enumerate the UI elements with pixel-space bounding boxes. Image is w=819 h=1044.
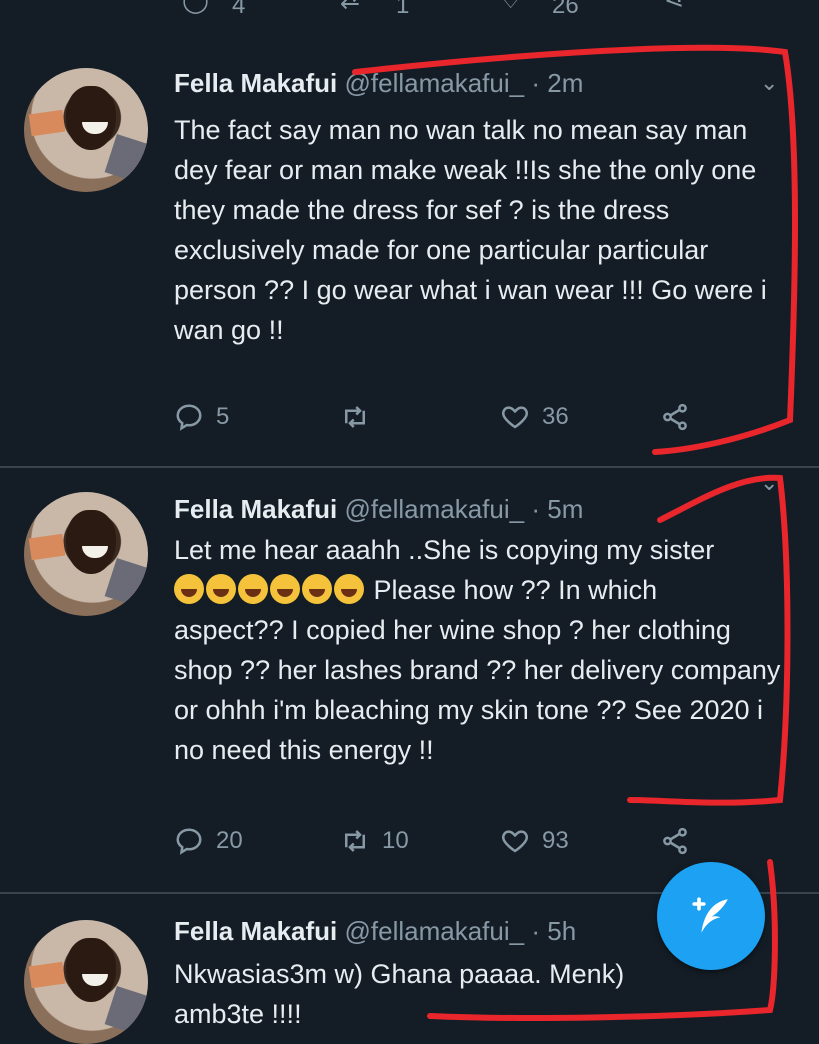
tweet-header: Fella Makafui @fellamakafui_ · 5h [174, 916, 576, 947]
like-count: 26 [552, 0, 579, 19]
author-name[interactable]: Fella Makafui [174, 68, 337, 98]
retweet-icon [345, 830, 365, 852]
reply-icon [176, 404, 202, 431]
laughing-emoji-icon [334, 574, 364, 604]
tweet-text-line2: Please how ?? In which [366, 575, 658, 605]
reply-count: 20 [216, 827, 243, 854]
tweet-text: Let me hear aaahh ..She is copying my si… [174, 530, 784, 770]
retweet-button[interactable]: 10 [340, 826, 409, 856]
tweet-text-line1: Let me hear aaahh ..She is copying my si… [174, 535, 715, 565]
retweet-count: 1 [396, 0, 410, 19]
heart-icon [502, 406, 528, 429]
like-button[interactable]: 36 [500, 402, 569, 432]
laughing-emoji-icon [238, 574, 268, 604]
separator-dot: · [531, 68, 541, 98]
tweet-time[interactable]: 5m [547, 494, 583, 524]
reply-icon [176, 828, 202, 855]
reply-count: 4 [232, 0, 246, 19]
reply-count: 5 [216, 403, 230, 430]
tweet-header: Fella Makafui @fellamakafui_ · 2m [174, 68, 583, 99]
laughing-emoji-icon [270, 574, 300, 604]
tweet-time[interactable]: 2m [547, 68, 583, 98]
divider [0, 466, 819, 468]
author-name[interactable]: Fella Makafui [174, 916, 337, 946]
share-button[interactable] [660, 402, 702, 432]
retweet-icon [345, 406, 365, 428]
author-handle[interactable]: @fellamakafui_ [345, 68, 525, 98]
like-count: 93 [542, 827, 569, 854]
retweet-button[interactable] [340, 402, 382, 432]
previous-tweet-actions: ◯ 4 ⇄ 1 ♡ 26 ⋖ [0, 0, 819, 22]
like-button[interactable]: 93 [500, 826, 569, 856]
chevron-down-icon[interactable]: ⌄ [760, 470, 778, 496]
tweet-time[interactable]: 5h [547, 916, 576, 946]
share-icon[interactable]: ⋖ [664, 0, 694, 16]
separator-dot: · [531, 916, 541, 946]
avatar[interactable] [24, 492, 148, 616]
avatar[interactable] [24, 68, 148, 192]
tweet-text: The fact say man no wan talk no mean say… [174, 115, 775, 345]
author-handle[interactable]: @fellamakafui_ [345, 494, 525, 524]
share-button[interactable] [660, 826, 702, 856]
avatar[interactable] [24, 920, 148, 1044]
laughing-emoji-icon [302, 574, 332, 604]
heart-icon[interactable]: ♡ [500, 0, 530, 16]
tweet-actions: 20 10 93 [174, 826, 714, 860]
reply-icon[interactable]: ◯ [182, 0, 212, 16]
retweet-icon[interactable]: ⇄ [340, 0, 370, 16]
heart-icon [502, 830, 528, 853]
emoji-row [174, 574, 366, 605]
laughing-emoji-icon [206, 574, 236, 604]
separator-dot: · [531, 494, 541, 524]
chevron-down-icon[interactable]: ⌄ [760, 70, 778, 96]
compose-tweet-icon [692, 897, 728, 933]
compose-tweet-button[interactable] [657, 862, 765, 970]
reply-button[interactable]: 5 [174, 402, 229, 432]
author-name[interactable]: Fella Makafui [174, 494, 337, 524]
tweet-text-rest: aspect?? I copied her wine shop ? her cl… [174, 615, 788, 765]
tweet-header: Fella Makafui @fellamakafui_ · 5m [174, 494, 583, 525]
retweet-count: 10 [382, 827, 409, 854]
tweet-actions: 5 36 [174, 402, 714, 436]
like-count: 36 [542, 403, 569, 430]
share-icon [663, 827, 687, 855]
share-icon [663, 403, 687, 431]
author-handle[interactable]: @fellamakafui_ [345, 916, 525, 946]
laughing-emoji-icon [174, 574, 204, 604]
reply-button[interactable]: 20 [174, 826, 243, 856]
